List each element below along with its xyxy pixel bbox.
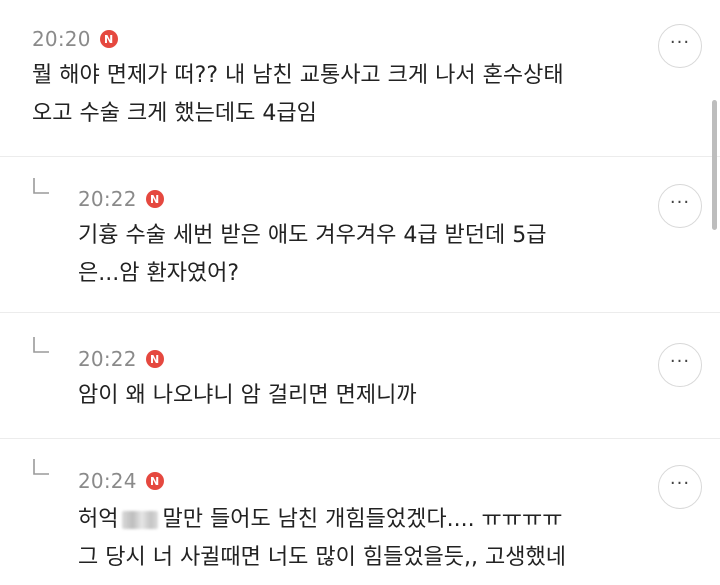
comment-item: 20:20 N 뭘 해야 면제가 떠?? 내 남친 교통사고 크게 나서 혼수상…	[0, 0, 720, 157]
comment-text-line: 은...암 환자였어?	[78, 261, 240, 286]
comment-meta: 20:22 N	[78, 347, 164, 371]
new-badge: N	[99, 30, 118, 48]
more-options-button[interactable]: ···	[658, 184, 702, 228]
reply-item: 20:22 N 기흉 수술 세번 받은 애도 겨우겨우 4급 받던데 5급 은.…	[0, 157, 720, 313]
comment-text: 허억 말만 들어도 남친 개힘들었겠다.... ㅠㅠㅠㅠ 그 당시 너 사귈때면 …	[78, 501, 566, 577]
comment-text-line: 그 당시 너 사귈때면 너도 많이 힘들었을듯,, 고생했네	[78, 545, 566, 570]
comment-text: 뭘 해야 면제가 떠?? 내 남친 교통사고 크게 나서 혼수상태 오고 수술 …	[32, 57, 564, 133]
comment-time: 20:22	[78, 187, 137, 211]
comment-text-line: 기흉 수술 세번 받은 애도 겨우겨우 4급 받던데 5급	[78, 223, 547, 248]
more-options-button[interactable]: ···	[658, 343, 702, 387]
reply-item: 20:24 N 허억 말만 들어도 남친 개힘들었겠다.... ㅠㅠㅠㅠ 그 당시…	[0, 439, 720, 585]
comment-time: 20:22	[78, 347, 137, 371]
more-options-button[interactable]: ···	[658, 465, 702, 509]
comment-text: 암이 왜 나오냐니 암 걸리면 면제니까	[78, 377, 417, 415]
reply-item: 20:22 N 암이 왜 나오냐니 암 걸리면 면제니까 ···	[0, 313, 720, 439]
comment-text-fragment: 허억	[78, 507, 119, 532]
comment-text-line: 오고 수술 크게 했는데도 4급임	[32, 101, 317, 126]
scrollbar[interactable]	[712, 100, 717, 230]
new-badge: N	[145, 350, 164, 368]
reply-arrow-icon	[33, 459, 49, 475]
comment-meta: 20:22 N	[78, 187, 164, 211]
comment-time: 20:20	[32, 27, 91, 51]
comment-time: 20:24	[78, 469, 137, 493]
ellipsis-icon: ···	[669, 473, 691, 494]
more-options-button[interactable]: ···	[658, 24, 702, 68]
comment-meta: 20:20 N	[32, 27, 118, 51]
new-badge: N	[145, 190, 164, 208]
comment-meta: 20:24 N	[78, 469, 164, 493]
ellipsis-icon: ···	[669, 351, 691, 372]
new-badge: N	[145, 472, 164, 490]
blurred-word	[122, 511, 159, 529]
comment-text-line: 뭘 해야 면제가 떠?? 내 남친 교통사고 크게 나서 혼수상태	[32, 63, 564, 88]
ellipsis-icon: ···	[669, 32, 691, 53]
ellipsis-icon: ···	[669, 192, 691, 213]
comment-text: 기흉 수술 세번 받은 애도 겨우겨우 4급 받던데 5급 은...암 환자였어…	[78, 217, 547, 293]
reply-arrow-icon	[33, 337, 49, 353]
comment-text-fragment: 말만 들어도 남친 개힘들었겠다.... ㅠㅠㅠㅠ	[162, 507, 563, 532]
comment-text-line: 암이 왜 나오냐니 암 걸리면 면제니까	[78, 383, 417, 408]
comment-text-line: 허억 말만 들어도 남친 개힘들었겠다.... ㅠㅠㅠㅠ	[78, 501, 566, 539]
comment-feed: 20:20 N 뭘 해야 면제가 떠?? 내 남친 교통사고 크게 나서 혼수상…	[0, 0, 720, 585]
reply-arrow-icon	[33, 178, 49, 194]
